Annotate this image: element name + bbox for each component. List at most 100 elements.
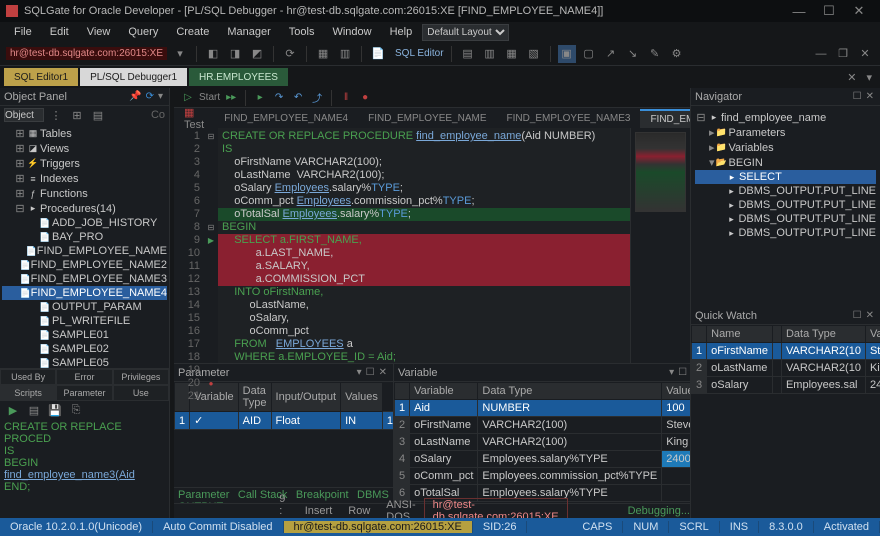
- step-out-icon[interactable]: ↶: [290, 90, 306, 106]
- tool-icon[interactable]: ▧: [525, 45, 543, 63]
- menu-tools[interactable]: Tools: [281, 24, 323, 40]
- minimap[interactable]: [630, 128, 690, 363]
- tab-sql-editor[interactable]: SQL Editor1: [4, 68, 78, 86]
- menu-manager[interactable]: Manager: [219, 24, 278, 40]
- pause-icon[interactable]: ‖: [338, 90, 354, 106]
- gutter-markers[interactable]: ⊟ ⊟ ▶ ●: [204, 128, 218, 363]
- editor-tab[interactable]: FIND_EMPLOYEE_NAME4: [214, 110, 358, 127]
- nav-root[interactable]: ⊟▸find_employee_name: [695, 110, 876, 125]
- tree-node-triggers[interactable]: ⊞⚡Triggers: [2, 156, 167, 171]
- dropdown-icon[interactable]: ▾: [156, 91, 165, 102]
- layout-select[interactable]: Default Layout: [422, 24, 509, 41]
- tab-close-icon[interactable]: ✕: [843, 71, 860, 84]
- copy-icon[interactable]: ⎘: [67, 401, 85, 419]
- variable-grid[interactable]: VariableData TypeValues 1AidNUMBER100 2o…: [394, 382, 706, 503]
- tree-proc-item[interactable]: 📄FIND_EMPLOYEE_NAME2: [2, 258, 167, 272]
- run-icon[interactable]: ▶: [4, 401, 22, 419]
- nav-node[interactable]: ▸📁Variables: [695, 140, 876, 155]
- copy-icon[interactable]: ▤: [25, 401, 43, 419]
- object-tree[interactable]: ⊞▦Tables ⊞◪Views ⊞⚡Triggers ⊞≡Indexes ⊞ƒ…: [0, 124, 169, 368]
- object-filter-input[interactable]: [4, 108, 44, 122]
- save-icon[interactable]: 💾: [46, 401, 64, 419]
- tree-node-indexes[interactable]: ⊞≡Indexes: [2, 171, 167, 186]
- parameter-grid[interactable]: VariableData TypeInput/OutputValues 1✓AI…: [174, 382, 393, 487]
- tree-proc-item[interactable]: 📄OUTPUT_PARAM: [2, 300, 167, 314]
- tab-usedby[interactable]: Used By: [0, 369, 56, 385]
- mdi-close-icon[interactable]: ✕: [856, 45, 874, 63]
- tree-proc-item[interactable]: 📄SAMPLE05: [2, 356, 167, 368]
- foot-tab[interactable]: Breakpoint: [296, 489, 349, 501]
- tool-icon[interactable]: ◧: [204, 45, 222, 63]
- panel-close-icon[interactable]: ✕: [864, 310, 876, 321]
- quickwatch-grid[interactable]: NameData TypeValues 1oFirstNameVARCHAR2(…: [691, 325, 880, 518]
- tool-icon[interactable]: ▥: [336, 45, 354, 63]
- tool-icon[interactable]: ▥: [481, 45, 499, 63]
- sql-editor-label[interactable]: SQL Editor: [395, 48, 444, 59]
- tool-icon[interactable]: ▤: [459, 45, 477, 63]
- tool-icon[interactable]: ▢: [580, 45, 598, 63]
- navigator-tree[interactable]: ⊟▸find_employee_name ▸📁Parameters ▸📁Vari…: [691, 106, 880, 307]
- nav-node[interactable]: ▸DBMS_OUTPUT.PUT_LINE: [695, 184, 876, 198]
- tab-parameter[interactable]: Parameter: [56, 385, 112, 401]
- step-over-icon[interactable]: ↷: [271, 90, 287, 106]
- nav-node[interactable]: ▸DBMS_OUTPUT.PUT_LINE: [695, 226, 876, 240]
- tab-scripts[interactable]: Scripts: [0, 385, 56, 401]
- filter-icon[interactable]: ▤: [89, 106, 107, 124]
- tree-node-tables[interactable]: ⊞▦Tables: [2, 126, 167, 141]
- tree-proc-item[interactable]: 📄PL_WRITEFILE: [2, 314, 167, 328]
- tool-icon[interactable]: ▦: [314, 45, 332, 63]
- close-button[interactable]: ✕: [844, 3, 874, 19]
- tool-icon[interactable]: ▦: [503, 45, 521, 63]
- tool-icon[interactable]: ↘: [624, 45, 642, 63]
- menu-help[interactable]: Help: [382, 24, 421, 40]
- menu-window[interactable]: Window: [324, 24, 379, 40]
- step-icon[interactable]: ⤴: [309, 90, 325, 106]
- menu-view[interactable]: View: [79, 24, 119, 40]
- tool-icon[interactable]: ◨: [226, 45, 244, 63]
- step-in-icon[interactable]: ▸: [252, 90, 268, 106]
- tree-proc-item-selected[interactable]: 📄FIND_EMPLOYEE_NAME4: [2, 286, 167, 300]
- connection-label[interactable]: hr@test-db.sqlgate.com:26015:XE: [6, 47, 167, 60]
- tree-node-views[interactable]: ⊞◪Views: [2, 141, 167, 156]
- nav-node[interactable]: ▸DBMS_OUTPUT.PUT_LINE: [695, 198, 876, 212]
- editor-tab[interactable]: FIND_EMPLOYEE_NAME: [358, 110, 496, 127]
- panel-btn[interactable]: ☐: [851, 91, 864, 102]
- tab-use[interactable]: Use: [113, 385, 169, 401]
- tab-plsql-debugger[interactable]: PL/SQL Debugger1: [80, 68, 187, 86]
- panel-btn[interactable]: ☐: [676, 367, 689, 378]
- tree-proc-item[interactable]: 📄SAMPLE01: [2, 328, 167, 342]
- tab-privileges[interactable]: Privileges: [113, 369, 169, 385]
- dropdown-icon[interactable]: ▾: [171, 45, 189, 63]
- menu-edit[interactable]: Edit: [42, 24, 77, 40]
- filter-icon[interactable]: ⋮: [47, 106, 65, 124]
- menu-query[interactable]: Query: [120, 24, 166, 40]
- nav-node-selected[interactable]: ▸SELECT: [695, 170, 876, 184]
- tool-icon[interactable]: ⚙: [668, 45, 686, 63]
- panel-btn[interactable]: ☐: [851, 310, 864, 321]
- foot-tab[interactable]: Parameter: [178, 489, 229, 501]
- tab-dropdown-icon[interactable]: ▾: [862, 71, 876, 84]
- tool-icon[interactable]: ▣: [558, 45, 576, 63]
- minimize-button[interactable]: —: [784, 4, 814, 19]
- sql-editor-icon[interactable]: 📄: [369, 45, 387, 63]
- panel-btn[interactable]: ▾: [355, 367, 364, 378]
- tool-icon[interactable]: ✎: [646, 45, 664, 63]
- menu-file[interactable]: File: [6, 24, 40, 40]
- tree-node-procedures[interactable]: ⊟▸Procedures(14): [2, 201, 167, 216]
- stop-icon[interactable]: ●: [357, 90, 373, 106]
- code-editor[interactable]: 123456789101112131415161718192021 ⊟ ⊟ ▶ …: [174, 128, 690, 363]
- pin-icon[interactable]: 📌: [127, 91, 143, 102]
- nav-node[interactable]: ▾📂BEGIN: [695, 155, 876, 170]
- code-area[interactable]: CREATE OR REPLACE PROCEDURE find_employe…: [218, 128, 630, 363]
- maximize-button[interactable]: ☐: [814, 3, 844, 19]
- panel-btn[interactable]: ☐: [364, 367, 377, 378]
- panel-close-icon[interactable]: ✕: [864, 91, 876, 102]
- tree-proc-item[interactable]: 📄SAMPLE02: [2, 342, 167, 356]
- mdi-min-icon[interactable]: —: [812, 45, 830, 63]
- tool-icon[interactable]: ◩: [248, 45, 266, 63]
- tree-proc-item[interactable]: 📄FIND_EMPLOYEE_NAME: [2, 244, 167, 258]
- tab-error[interactable]: Error: [56, 369, 112, 385]
- tree-proc-item[interactable]: 📄ADD_JOB_HISTORY: [2, 216, 167, 230]
- editor-tab[interactable]: FIND_EMPLOYEE_NAME3: [497, 110, 641, 127]
- nav-node[interactable]: ▸📁Parameters: [695, 125, 876, 140]
